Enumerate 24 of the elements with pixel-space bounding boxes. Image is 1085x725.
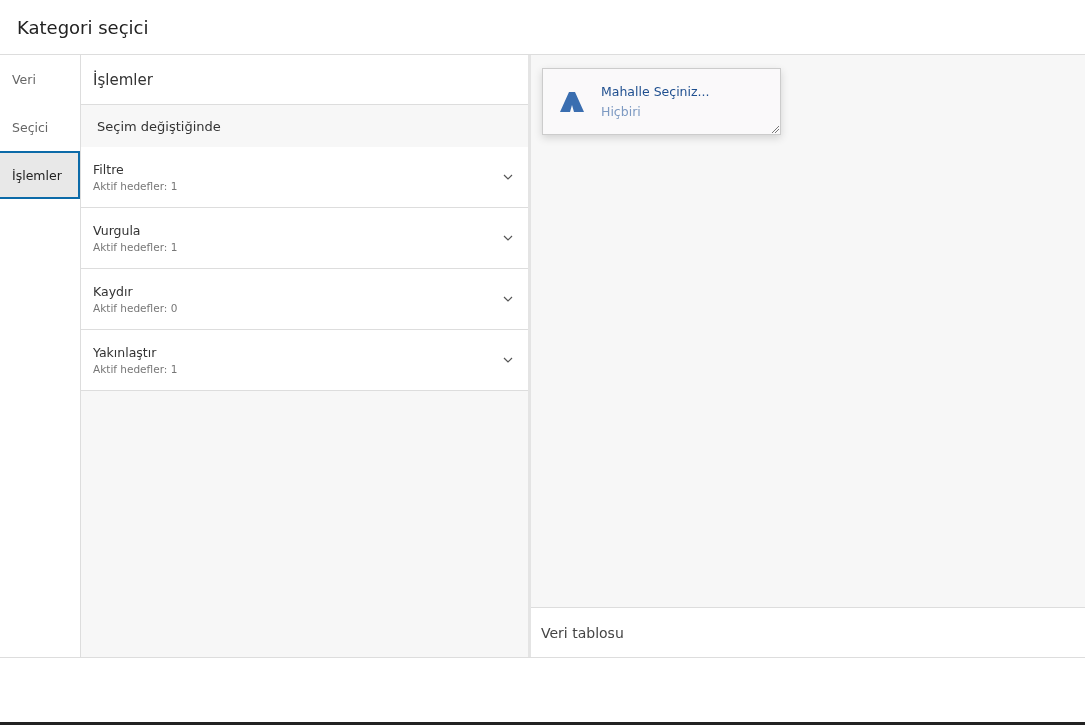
section-heading: Seçim değiştiğinde — [97, 118, 221, 134]
data-table-title: Veri tablosu — [541, 624, 624, 641]
category-selector-widget[interactable]: Mahalle Seçiniz... Hiçbiri — [542, 68, 781, 135]
action-item[interactable]: Filtre Aktif hedefler: 1 — [81, 147, 528, 208]
page-title: Kategori seçici — [17, 16, 149, 38]
resize-grip-icon[interactable] — [772, 126, 779, 133]
action-name: Yakınlaştır — [93, 345, 158, 360]
panel-title: İşlemler — [93, 70, 153, 89]
action-name: Filtre — [93, 162, 125, 177]
side-tab[interactable]: Seçici — [0, 103, 80, 151]
action-detail: Aktif hedefler: 0 — [93, 302, 178, 314]
action-detail: Aktif hedefler: 1 — [93, 241, 178, 253]
widget-title: Mahalle Seçiniz... — [601, 84, 710, 99]
action-item[interactable]: Kaydır Aktif hedefler: 0 — [81, 269, 528, 330]
action-item[interactable]: Yakınlaştır Aktif hedefler: 1 — [81, 330, 528, 391]
tent-icon — [560, 91, 584, 112]
action-name: Vurgula — [93, 223, 142, 238]
action-name: Kaydır — [93, 284, 134, 299]
action-detail: Aktif hedefler: 1 — [93, 363, 178, 375]
action-detail: Aktif hedefler: 1 — [93, 180, 178, 192]
side-tab[interactable]: Veri — [0, 55, 80, 103]
action-item[interactable]: Vurgula Aktif hedefler: 1 — [81, 208, 528, 269]
widget-value: Hiçbiri — [601, 104, 642, 119]
side-tab[interactable]: İşlemler — [0, 151, 80, 199]
